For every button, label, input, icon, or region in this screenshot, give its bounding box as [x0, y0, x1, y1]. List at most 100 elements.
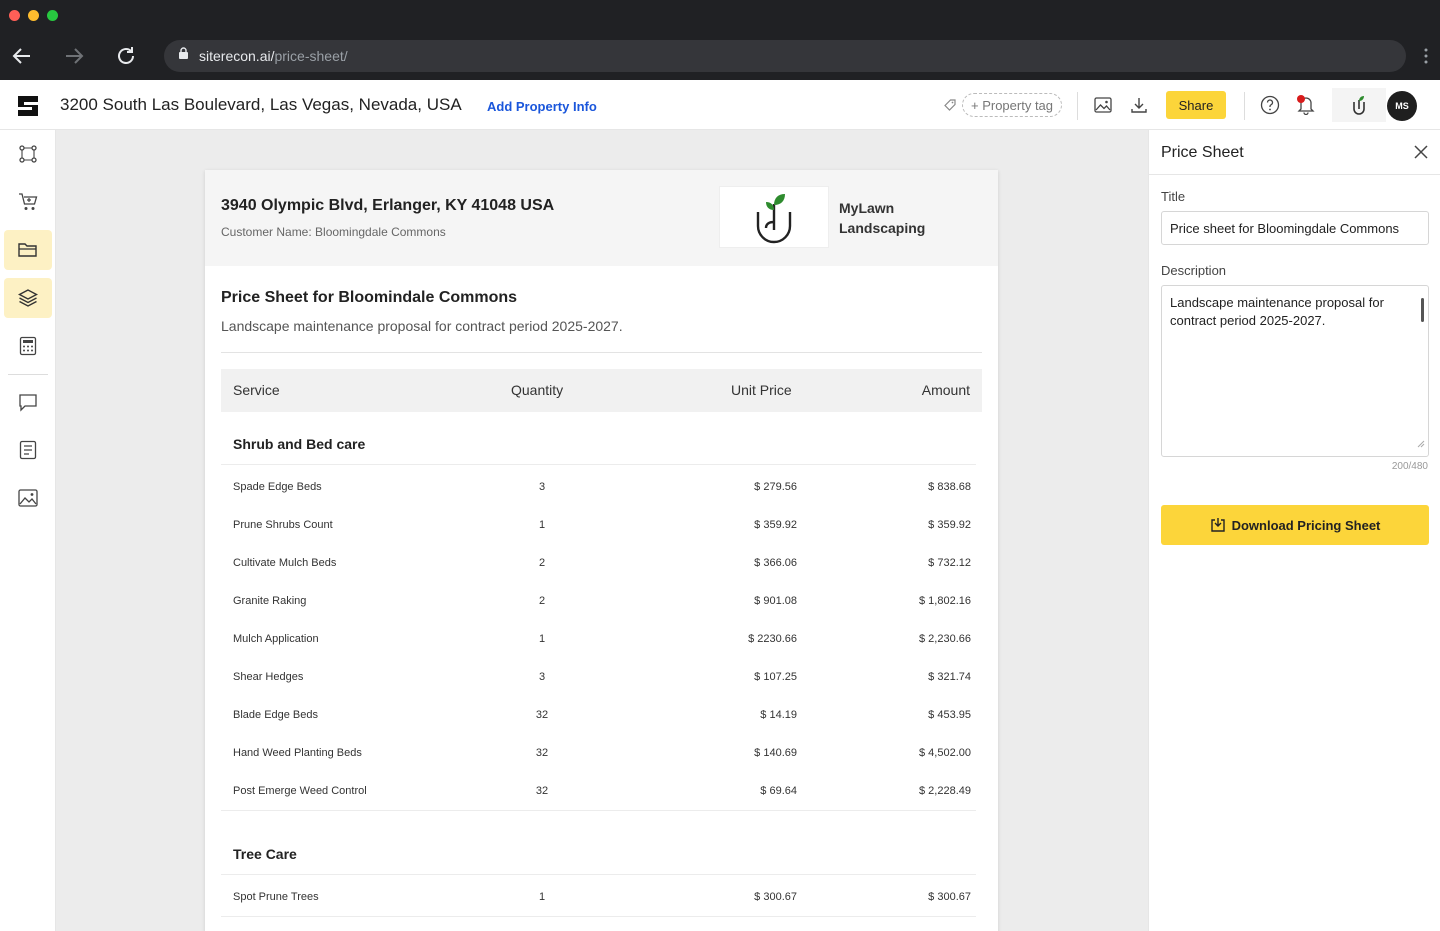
cell-amount: $ 2,230.66: [919, 633, 971, 645]
minimize-window-button[interactable]: [28, 10, 39, 21]
price-sheet-description: Landscape maintenance proposal for contr…: [221, 318, 623, 334]
description-textarea[interactable]: Landscape maintenance proposal for contr…: [1161, 285, 1429, 457]
divider: [221, 810, 976, 811]
cell-amount: $ 453.95: [928, 709, 971, 721]
cell-service: Prune Shrubs Count: [233, 519, 333, 531]
arrow-left-icon: [12, 48, 30, 64]
sheet-header: 3940 Olympic Blvd, Erlanger, KY 41048 US…: [205, 170, 998, 266]
cell-unit-price: $ 366.06: [754, 557, 797, 569]
notification-badge: [1297, 95, 1305, 103]
download-icon[interactable]: [1129, 95, 1149, 115]
cell-unit-price: $ 14.19: [760, 709, 797, 721]
property-title: 3200 South Las Boulevard, Las Vegas, Nev…: [60, 95, 462, 114]
section-title: Tree Care: [233, 846, 297, 862]
reload-icon: [118, 47, 134, 64]
divider: [1149, 174, 1440, 175]
cell-quantity: 1: [538, 519, 546, 531]
scrollbar[interactable]: [1421, 298, 1424, 322]
cell-unit-price: $ 140.69: [754, 747, 797, 759]
download-pricing-sheet-button[interactable]: Download Pricing Sheet: [1161, 505, 1429, 545]
image-icon[interactable]: [1093, 95, 1113, 115]
url-host: siterecon.ai/: [199, 48, 275, 64]
cell-quantity: 2: [538, 595, 546, 607]
cell-amount: $ 1,802.16: [919, 595, 971, 607]
cell-quantity: 3: [538, 481, 546, 493]
cell-service: Spade Edge Beds: [233, 481, 322, 493]
price-sheet-document: 3940 Olympic Blvd, Erlanger, KY 41048 US…: [205, 170, 998, 931]
table-row: Granite Raking 2 $ 901.08 $ 1,802.16: [221, 583, 982, 621]
address-bar[interactable]: siterecon.ai/price-sheet/: [164, 40, 1406, 72]
cell-quantity: 1: [538, 633, 546, 645]
table-row: Mulch Application 1 $ 2230.66 $ 2,230.66: [221, 621, 982, 659]
download-label: Download Pricing Sheet: [1231, 517, 1381, 533]
close-icon[interactable]: [1414, 145, 1428, 164]
sheet-address: 3940 Olympic Blvd, Erlanger, KY 41048 US…: [221, 197, 555, 214]
customer-name: Customer Name: Bloomingdale Commons: [221, 225, 446, 239]
window-controls: [9, 10, 58, 21]
cell-quantity: 32: [535, 709, 549, 721]
forward-button[interactable]: [62, 44, 86, 68]
browser-chrome: siterecon.ai/price-sheet/: [0, 0, 1440, 80]
download-icon: [1210, 518, 1225, 532]
folder-icon[interactable]: [4, 230, 52, 270]
reload-button[interactable]: [114, 44, 138, 68]
route-icon[interactable]: [4, 134, 52, 174]
divider: [221, 874, 976, 875]
user-avatar[interactable]: MS: [1387, 91, 1417, 121]
back-button[interactable]: [10, 44, 34, 68]
cell-quantity: 3: [538, 671, 546, 683]
table-row: Hand Weed Planting Beds 32 $ 140.69 $ 4,…: [221, 735, 982, 773]
sprout-logo-icon: [1353, 96, 1365, 115]
help-icon[interactable]: [1260, 95, 1280, 115]
app-switcher-button[interactable]: [1332, 88, 1386, 122]
url-path: price-sheet/: [274, 48, 348, 64]
table-row: Shear Hedges 3 $ 107.25 $ 321.74: [221, 659, 982, 697]
cell-service: Shear Hedges: [233, 671, 304, 683]
cell-amount: $ 838.68: [928, 481, 971, 493]
document-icon[interactable]: [4, 430, 52, 470]
cell-amount: $ 4,502.00: [919, 747, 971, 759]
table-header: Service Quantity Unit Price Amount: [221, 369, 982, 412]
siterecon-logo-icon[interactable]: [18, 96, 38, 116]
divider: [221, 916, 976, 917]
image-icon[interactable]: [4, 478, 52, 518]
add-property-info-link[interactable]: Add Property Info: [487, 99, 597, 114]
section-title: Shrub and Bed care: [233, 436, 366, 452]
cell-unit-price: $ 279.56: [754, 481, 797, 493]
divider: [221, 352, 982, 353]
company-name: MyLawn Landscaping: [839, 200, 926, 236]
cell-quantity: 1: [538, 891, 546, 903]
table-row: Spot Prune Trees 1 $ 300.67 $ 300.67: [221, 879, 982, 917]
property-tag-button[interactable]: + Property tag: [962, 93, 1063, 117]
column-amount: Amount: [921, 382, 970, 398]
cell-unit-price: $ 901.08: [754, 595, 797, 607]
browser-menu-icon[interactable]: [1424, 48, 1428, 69]
lock-icon: [178, 47, 189, 65]
panel-title: Price Sheet: [1161, 144, 1244, 161]
cell-amount: $ 321.74: [928, 671, 971, 683]
preview-canvas[interactable]: 3940 Olympic Blvd, Erlanger, KY 41048 US…: [56, 130, 1148, 931]
arrow-right-icon: [66, 48, 84, 64]
cell-service: Blade Edge Beds: [233, 709, 319, 721]
title-input[interactable]: [1161, 211, 1429, 245]
title-label: Title: [1161, 189, 1186, 204]
divider: [1077, 92, 1078, 120]
resize-handle-icon[interactable]: [1417, 435, 1425, 453]
cell-amount: $ 732.12: [928, 557, 971, 569]
layers-icon[interactable]: [4, 278, 52, 318]
column-service: Service: [233, 382, 280, 398]
price-sheet-title: Price Sheet for Bloomindale Commons: [221, 289, 518, 306]
character-counter: 200/480: [1391, 461, 1428, 472]
close-window-button[interactable]: [9, 10, 20, 21]
cell-amount: $ 2,228.49: [919, 785, 971, 797]
maximize-window-button[interactable]: [47, 10, 58, 21]
calculator-icon[interactable]: [4, 326, 52, 366]
company-logo: [719, 186, 829, 248]
chat-icon[interactable]: [4, 382, 52, 422]
cell-service: Cultivate Mulch Beds: [233, 557, 337, 569]
cell-unit-price: $ 69.64: [760, 785, 797, 797]
table-row: Prune Shrubs Count 1 $ 359.92 $ 359.92: [221, 507, 982, 545]
cart-icon[interactable]: [4, 182, 52, 222]
cell-unit-price: $ 300.67: [754, 891, 797, 903]
share-button[interactable]: Share: [1166, 91, 1226, 119]
